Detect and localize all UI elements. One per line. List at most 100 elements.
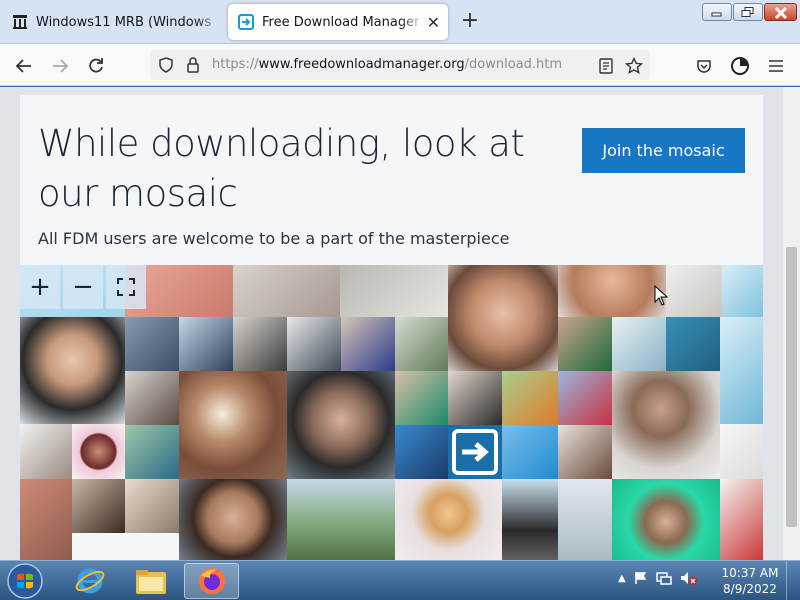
tab-strip: Windows11 MRB (Windows 11 | Free Downloa… xyxy=(0,0,800,44)
user-photo-mosaic[interactable]: + − xyxy=(20,265,763,560)
zoom-out-button[interactable]: − xyxy=(63,265,103,309)
menu-button[interactable] xyxy=(762,52,790,80)
close-window-button[interactable] xyxy=(764,3,797,21)
page-scrollbar[interactable] xyxy=(783,87,800,560)
nav-bar: https://www.freedownloadmanager.org/down… xyxy=(0,44,800,86)
close-tab-icon[interactable]: ✕ xyxy=(422,13,440,32)
back-button[interactable] xyxy=(10,52,38,80)
taskbar: ▲ 10:37 AM 8/9/2022 xyxy=(0,560,800,600)
pocket-button[interactable] xyxy=(690,52,718,80)
mosaic-photo xyxy=(125,371,179,425)
hamburger-menu-icon xyxy=(769,60,783,72)
start-button[interactable] xyxy=(4,561,46,600)
mosaic-photo xyxy=(448,371,502,425)
reload-icon xyxy=(89,58,103,73)
network-icon[interactable] xyxy=(655,571,672,585)
mosaic-photo xyxy=(287,479,395,560)
mosaic-photo xyxy=(395,479,502,560)
mosaic-photo xyxy=(720,317,763,424)
mosaic-photo xyxy=(395,371,448,425)
mosaic-photo xyxy=(722,265,763,317)
account-button[interactable] xyxy=(726,52,754,80)
page-body: While downloading, look at our mosaic Al… xyxy=(20,95,763,560)
mosaic-photo xyxy=(666,317,720,371)
action-center-flag-icon[interactable] xyxy=(634,571,648,585)
page-headline: While downloading, look at our mosaic xyxy=(38,122,525,215)
fullscreen-button[interactable] xyxy=(106,265,146,309)
lock-icon[interactable] xyxy=(186,57,200,73)
url-bar[interactable]: https://www.freedownloadmanager.org/down… xyxy=(150,50,650,80)
mosaic-photo xyxy=(287,317,341,371)
close-icon xyxy=(774,7,787,19)
mosaic-photo xyxy=(287,371,395,479)
mosaic-photo xyxy=(612,317,666,371)
mosaic-photo xyxy=(125,425,179,479)
museum-icon xyxy=(13,15,27,29)
maximize-button[interactable] xyxy=(733,3,763,21)
taskbar-firefox[interactable] xyxy=(184,563,239,599)
clock-time: 10:37 AM xyxy=(721,566,779,580)
fullscreen-icon xyxy=(117,278,135,296)
mosaic-photo xyxy=(20,479,72,560)
mosaic-photo xyxy=(233,317,287,371)
reader-view-icon xyxy=(599,58,613,74)
minimize-button[interactable] xyxy=(702,3,732,21)
mosaic-photo xyxy=(179,479,287,560)
url-path: /download.htm xyxy=(464,57,563,72)
mosaic-photo xyxy=(558,479,612,560)
tab-fdm[interactable]: Free Download Manager for Wi ✕ xyxy=(228,4,448,40)
tab-title: Windows11 MRB (Windows 11 | xyxy=(36,14,214,30)
reload-button[interactable] xyxy=(82,52,110,80)
mosaic-photo xyxy=(20,317,125,424)
system-tray: ▲ xyxy=(618,571,698,585)
forward-button[interactable] xyxy=(46,52,74,80)
mosaic-photo xyxy=(179,317,233,371)
mosaic-photo xyxy=(395,317,448,371)
page-viewport: While downloading, look at our mosaic Al… xyxy=(0,87,800,560)
mosaic-photo xyxy=(558,425,612,479)
mosaic-photo xyxy=(233,265,340,317)
windows-start-icon xyxy=(7,563,43,599)
fdm-icon xyxy=(238,14,254,30)
mosaic-photo xyxy=(72,479,125,533)
taskbar-internet-explorer[interactable] xyxy=(62,563,117,599)
mosaic-photo xyxy=(502,371,558,425)
join-mosaic-button[interactable]: Join the mosaic xyxy=(582,128,745,173)
mosaic-photo xyxy=(20,424,72,479)
new-tab-button[interactable]: + xyxy=(456,8,484,36)
mosaic-photo xyxy=(179,371,287,479)
firefox-icon xyxy=(198,568,225,594)
show-hidden-icons-icon[interactable]: ▲ xyxy=(618,573,626,584)
bookmark-button[interactable] xyxy=(620,52,648,80)
minimize-icon xyxy=(711,12,722,17)
zoom-in-button[interactable]: + xyxy=(20,265,60,309)
taskbar-file-explorer[interactable] xyxy=(123,563,178,599)
mosaic-photo xyxy=(340,265,448,317)
mosaic-photo xyxy=(720,424,763,479)
fdm-logo-tile xyxy=(448,425,502,479)
mosaic-photo xyxy=(612,371,720,479)
arrow-left-icon xyxy=(15,59,31,73)
mosaic-photo xyxy=(341,317,395,371)
clock-date: 8/9/2022 xyxy=(723,582,777,596)
reader-view-button[interactable] xyxy=(592,52,620,80)
mosaic-photo xyxy=(125,317,179,371)
scrollbar-thumb[interactable] xyxy=(786,247,797,527)
fdm-logo-icon xyxy=(452,429,498,475)
url-text: https://www.freedownloadmanager.org/down… xyxy=(212,57,562,72)
mosaic-photo xyxy=(558,265,666,317)
mosaic-photo xyxy=(72,424,125,479)
tab-windows11-mrb[interactable]: Windows11 MRB (Windows 11 | xyxy=(2,4,224,40)
url-host: www.freedownloadmanager.org xyxy=(258,57,465,72)
shield-icon[interactable] xyxy=(158,57,174,73)
pocket-icon xyxy=(697,60,711,73)
mosaic-photo xyxy=(502,479,558,560)
taskbar-clock[interactable]: 10:37 AM 8/9/2022 xyxy=(720,565,780,597)
mosaic-photo xyxy=(125,479,179,533)
mosaic-photo xyxy=(448,265,558,372)
mosaic-photo xyxy=(666,265,722,317)
mosaic-photo xyxy=(395,425,448,479)
url-scheme: https:// xyxy=(212,57,259,72)
volume-muted-icon[interactable] xyxy=(680,571,698,585)
show-desktop-button[interactable] xyxy=(786,561,800,600)
